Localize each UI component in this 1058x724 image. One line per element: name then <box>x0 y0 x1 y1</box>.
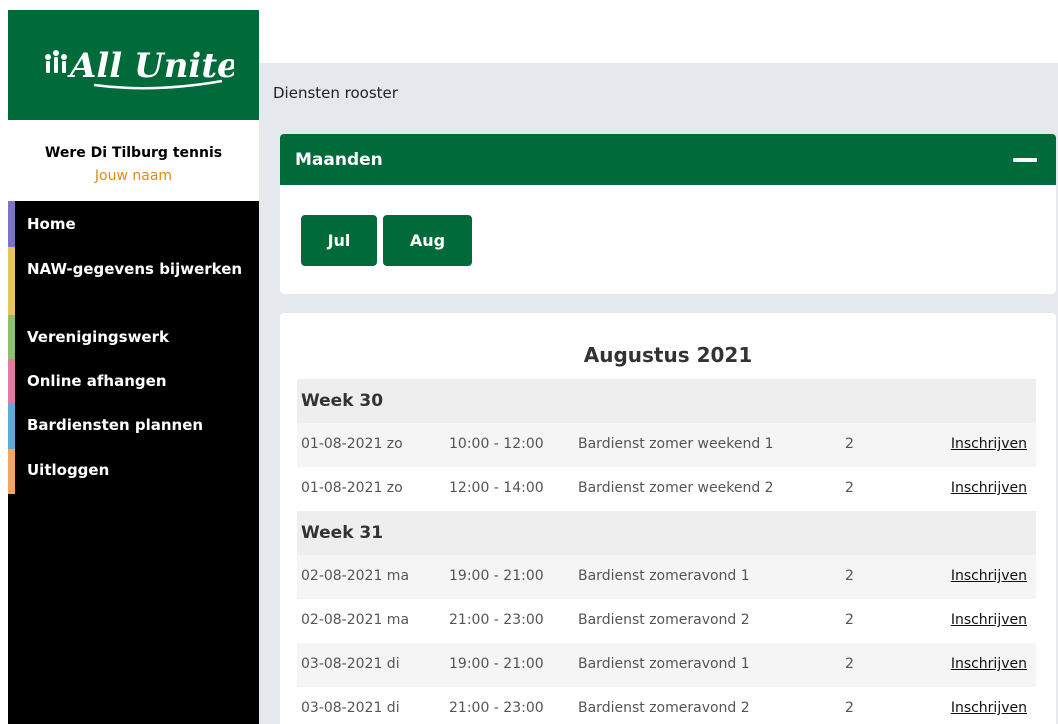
table-row: 03-08-2021 di 21:00 - 23:00 Bardienst zo… <box>297 687 1036 724</box>
all-united-logo[interactable]: All United <box>8 10 259 120</box>
cell-count: 2 <box>845 700 854 716</box>
cell-time: 21:00 - 23:00 <box>449 612 544 628</box>
nav-item-naw-gegevens[interactable]: NAW-gegevens bijwerken <box>8 247 259 315</box>
cell-date: 01-08-2021 zo <box>301 480 403 496</box>
nav-label: Home <box>27 215 76 233</box>
nav-color-bar <box>8 315 15 359</box>
nav-item-bardiensten-plannen[interactable]: Bardiensten plannen <box>8 403 259 449</box>
table-row: 01-08-2021 zo 12:00 - 14:00 Bardienst zo… <box>297 467 1036 511</box>
sidebar-nav: Home NAW-gegevens bijwerken Verenigingsw… <box>8 201 259 494</box>
sidebar: All United Were Di Tilburg tennis Jouw n… <box>8 10 259 724</box>
nav-label: Uitloggen <box>27 461 110 479</box>
cell-service: Bardienst zomer weekend 2 <box>578 480 774 496</box>
cell-count: 2 <box>845 436 854 452</box>
cell-count: 2 <box>845 568 854 584</box>
inschrijven-link[interactable]: Inschrijven <box>951 612 1027 628</box>
club-name: Were Di Tilburg tennis <box>44 145 223 161</box>
cell-count: 2 <box>845 480 854 496</box>
inschrijven-link[interactable]: Inschrijven <box>951 436 1027 452</box>
inschrijven-link[interactable]: Inschrijven <box>951 480 1027 496</box>
cell-time: 10:00 - 12:00 <box>449 436 544 452</box>
month-button-aug[interactable]: Aug <box>383 215 472 266</box>
cell-service: Bardienst zomeravond 2 <box>578 700 750 716</box>
nav-color-bar <box>8 201 15 247</box>
months-panel-header[interactable]: Maanden <box>280 134 1056 185</box>
cell-time: 19:00 - 21:00 <box>449 568 544 584</box>
cell-time: 21:00 - 23:00 <box>449 700 544 716</box>
week-header: Week 30 <box>297 379 1036 423</box>
svg-text:All United: All United <box>67 46 234 86</box>
page-title: Diensten rooster <box>273 84 398 102</box>
minus-icon[interactable] <box>1013 157 1037 162</box>
cell-date: 02-08-2021 ma <box>301 568 410 584</box>
months-panel: Maanden Jul Aug <box>280 134 1056 294</box>
schedule-table: Week 30 01-08-2021 zo 10:00 - 12:00 Bard… <box>297 379 1036 724</box>
months-panel-title: Maanden <box>295 149 383 170</box>
table-row: 01-08-2021 zo 10:00 - 12:00 Bardienst zo… <box>297 423 1036 467</box>
user-name: Jouw naam <box>94 168 173 184</box>
table-row: 02-08-2021 ma 19:00 - 21:00 Bardienst zo… <box>297 555 1036 599</box>
cell-service: Bardienst zomer weekend 1 <box>578 436 774 452</box>
nav-item-verenigingswerk[interactable]: Verenigingswerk <box>8 315 259 359</box>
inschrijven-link[interactable]: Inschrijven <box>951 700 1027 716</box>
nav-item-uitloggen[interactable]: Uitloggen <box>8 449 259 494</box>
cell-date: 01-08-2021 zo <box>301 436 403 452</box>
nav-label: Bardiensten plannen <box>27 416 204 434</box>
schedule-panel: Augustus 2021 Week 30 01-08-2021 zo 10:0… <box>280 313 1056 724</box>
nav-item-online-afhangen[interactable]: Online afhangen <box>8 359 259 403</box>
table-row: 02-08-2021 ma 21:00 - 23:00 Bardienst zo… <box>297 599 1036 643</box>
cell-service: Bardienst zomeravond 2 <box>578 612 750 628</box>
nav-label: NAW-gegevens bijwerken <box>27 260 243 278</box>
cell-service: Bardienst zomeravond 1 <box>578 656 750 672</box>
main-content: Diensten rooster Maanden Jul Aug Augustu… <box>259 63 1058 724</box>
cell-time: 12:00 - 14:00 <box>449 480 544 496</box>
month-button-jul[interactable]: Jul <box>301 215 377 266</box>
cell-service: Bardienst zomeravond 1 <box>578 568 750 584</box>
nav-label: Verenigingswerk <box>27 328 169 346</box>
cell-date: 03-08-2021 di <box>301 700 400 716</box>
month-title: Augustus 2021 <box>583 343 753 367</box>
table-row: 03-08-2021 di 19:00 - 21:00 Bardienst zo… <box>297 643 1036 687</box>
nav-color-bar <box>8 449 15 494</box>
club-info: Were Di Tilburg tennis Jouw naam <box>8 120 259 201</box>
cell-count: 2 <box>845 612 854 628</box>
nav-color-bar <box>8 359 15 403</box>
nav-color-bar <box>8 403 15 449</box>
cell-count: 2 <box>845 656 854 672</box>
cell-date: 03-08-2021 di <box>301 656 400 672</box>
inschrijven-link[interactable]: Inschrijven <box>951 568 1027 584</box>
nav-label: Online afhangen <box>27 372 167 390</box>
cell-time: 19:00 - 21:00 <box>449 656 544 672</box>
cell-date: 02-08-2021 ma <box>301 612 410 628</box>
nav-item-home[interactable]: Home <box>8 201 259 247</box>
all-united-logo-mark: All United <box>44 46 234 90</box>
inschrijven-link[interactable]: Inschrijven <box>951 656 1027 672</box>
nav-color-bar <box>8 247 15 315</box>
week-header: Week 31 <box>297 511 1036 555</box>
